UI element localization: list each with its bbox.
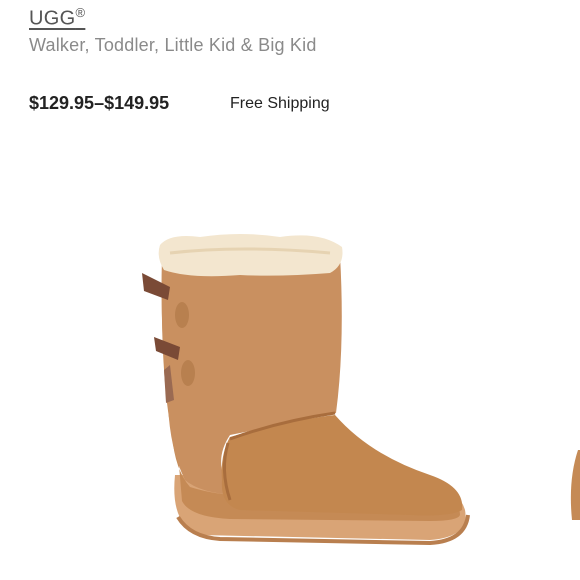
boot-fleece bbox=[158, 234, 343, 277]
brand-name: UGG bbox=[29, 7, 76, 30]
product-page: UGG® Walker, Toddler, Little Kid & Big K… bbox=[0, 0, 580, 580]
next-product-peek[interactable] bbox=[568, 440, 580, 530]
brand-link[interactable]: UGG® bbox=[29, 5, 85, 31]
shipping-label: Free Shipping bbox=[230, 95, 330, 112]
product-image-boot[interactable] bbox=[130, 225, 480, 565]
product-subtitle: Walker, Toddler, Little Kid & Big Kid bbox=[29, 35, 317, 55]
registered-mark: ® bbox=[75, 5, 86, 20]
product-price: $129.95–$149.95 bbox=[29, 93, 170, 113]
